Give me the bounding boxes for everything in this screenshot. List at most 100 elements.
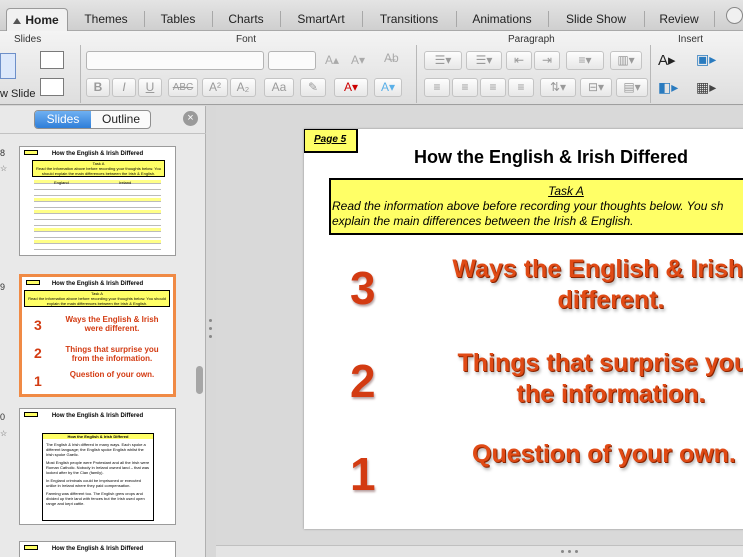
horizontal-scrollbar[interactable] — [216, 545, 743, 557]
tab-divider — [714, 11, 715, 27]
slide-thumbnail-9[interactable]: How the English & Irish Differed Task A … — [19, 274, 176, 397]
subscript-icon[interactable]: A₂ — [230, 78, 256, 97]
smartart-convert-icon[interactable]: ▤▾ — [616, 78, 648, 97]
tab-smartart[interactable]: SmartArt — [282, 8, 360, 31]
tab-divider — [212, 11, 213, 27]
tab-slide-show[interactable]: Slide Show — [550, 8, 642, 31]
change-case-icon[interactable]: Aa — [264, 78, 294, 97]
thumb-table-row — [34, 234, 161, 238]
numbering-icon[interactable]: ☰▾ — [466, 51, 502, 70]
picture-icon[interactable]: ▣▸ — [696, 51, 716, 68]
group-divider — [80, 45, 81, 103]
thumb-table-row — [34, 240, 161, 244]
tab-divider — [144, 11, 145, 27]
grip-dot — [209, 327, 212, 330]
bold-button[interactable]: B — [86, 78, 110, 97]
font-color-icon[interactable]: A▾ — [334, 78, 368, 97]
align-text-icon[interactable]: ⊟▾ — [580, 78, 612, 97]
strikethrough-button[interactable]: ABC — [168, 78, 198, 97]
slide-title[interactable]: How the English & Irish Differed — [414, 147, 688, 168]
grip-dot — [209, 335, 212, 338]
text-box-icon[interactable]: A▸ — [658, 51, 676, 69]
tab-divider — [362, 11, 363, 27]
slide-thumbnail-11[interactable]: How the English & Irish Differed — [19, 541, 176, 557]
pane-scrollbar[interactable] — [196, 366, 203, 394]
italic-button[interactable]: I — [112, 78, 136, 97]
align-center-icon[interactable]: ≡ — [452, 78, 478, 97]
ribbon-tab-bar: Home Themes Tables Charts SmartArt Trans… — [0, 0, 743, 31]
thumb-info-box: How the English & Irish Differed The Eng… — [42, 433, 154, 521]
section-icon[interactable] — [40, 78, 64, 96]
number-2[interactable]: 2 — [350, 354, 376, 408]
group-label-font: Font — [236, 34, 257, 45]
number-1[interactable]: 1 — [350, 447, 376, 501]
group-divider — [416, 45, 417, 103]
thumb-table-row — [34, 210, 161, 214]
increase-indent-icon[interactable]: ⇥ — [534, 51, 560, 70]
underline-button[interactable]: U — [138, 78, 162, 97]
item-line: different. — [557, 286, 665, 314]
media-icon[interactable]: ▦▸ — [696, 79, 716, 96]
slide-canvas[interactable]: Page 5 How the English & Irish Differed … — [304, 129, 743, 529]
tab-divider — [548, 11, 549, 27]
tab-themes[interactable]: Themes — [70, 8, 142, 31]
pane-splitter[interactable] — [206, 106, 216, 557]
align-right-icon[interactable]: ≡ — [480, 78, 506, 97]
grow-font-icon[interactable]: A▴ — [325, 53, 339, 67]
slide-number: 9 — [0, 282, 6, 292]
font-name-field[interactable] — [86, 51, 264, 70]
new-slide-label[interactable]: w Slide — [0, 88, 35, 100]
item-text-things[interactable]: Things that surprise you f the informati… — [426, 348, 743, 410]
shrink-font-icon[interactable]: A▾ — [351, 53, 365, 67]
justify-icon[interactable]: ≡ — [508, 78, 534, 97]
thumb-info-paragraph: The English & Irish differed in many way… — [46, 442, 146, 457]
thumb-title: How the English & Irish Differed — [51, 546, 144, 552]
new-slide-icon[interactable] — [0, 53, 16, 79]
slides-pane: Slides Outline × 8 ☆ How the English & I… — [0, 106, 206, 557]
font-size-field[interactable] — [268, 51, 316, 70]
tab-tables[interactable]: Tables — [146, 8, 210, 31]
page-label[interactable]: Page 5 — [304, 129, 358, 153]
tab-charts[interactable]: Charts — [214, 8, 278, 31]
slide-editor: Page 5 How the English & Irish Differed … — [216, 106, 743, 557]
clear-format-icon[interactable]: A̶b — [384, 51, 399, 65]
superscript-icon[interactable]: A² — [202, 78, 228, 97]
line-spacing-icon[interactable]: ≡▾ — [566, 51, 604, 70]
task-box[interactable]: Task A Read the information above before… — [329, 178, 743, 235]
layout-icon[interactable] — [40, 51, 64, 69]
thumb-number-3: 3 — [34, 317, 42, 333]
slides-view-tab[interactable]: Slides — [35, 111, 91, 128]
grip-dot — [568, 550, 571, 553]
number-3[interactable]: 3 — [350, 261, 376, 315]
decrease-indent-icon[interactable]: ⇤ — [506, 51, 532, 70]
ribbon-toolbar: Slides Font Paragraph Insert w Slide A▴ … — [0, 31, 743, 105]
group-label-paragraph: Paragraph — [508, 34, 555, 45]
shape-icon[interactable]: ◧▸ — [658, 79, 678, 96]
item-text-ways[interactable]: Ways the English & Irish w different. — [426, 254, 743, 316]
slide-thumbnail-10[interactable]: How the English & Irish Differed How the… — [19, 408, 176, 525]
item-text-question[interactable]: Question of your own. — [472, 439, 736, 470]
highlight-icon[interactable]: ✎ — [300, 78, 326, 97]
thumb-table-row — [34, 216, 161, 220]
tab-animations[interactable]: Animations — [458, 8, 546, 31]
columns-icon[interactable]: ▥▾ — [610, 51, 642, 70]
bullets-icon[interactable]: ☰▾ — [424, 51, 462, 70]
ribbon-collapse-icon[interactable] — [726, 7, 743, 24]
text-effects-icon[interactable]: A▾ — [374, 78, 402, 97]
outline-view-tab[interactable]: Outline — [92, 111, 150, 128]
star-icon: ☆ — [0, 164, 8, 173]
tab-home[interactable]: Home — [6, 8, 68, 31]
tab-transitions[interactable]: Transitions — [364, 8, 454, 31]
thumb-info-paragraph: Farming was different too. The English g… — [46, 491, 145, 506]
thumb-item-text: Ways the English & Irish were different. — [65, 315, 159, 333]
thumb-title: How the English & Irish Differed — [51, 413, 144, 419]
grip-dot — [575, 550, 578, 553]
slide-number: 8 — [0, 148, 6, 158]
close-pane-icon[interactable]: × — [183, 111, 198, 126]
text-direction-icon[interactable]: ⇅▾ — [540, 78, 576, 97]
align-left-icon[interactable]: ≡ — [424, 78, 450, 97]
group-label-insert: Insert — [678, 34, 704, 45]
slide-thumbnail-8[interactable]: How the English & Irish Differed Task A … — [19, 146, 176, 256]
tab-review[interactable]: Review — [646, 8, 712, 31]
star-icon: ☆ — [0, 429, 8, 438]
